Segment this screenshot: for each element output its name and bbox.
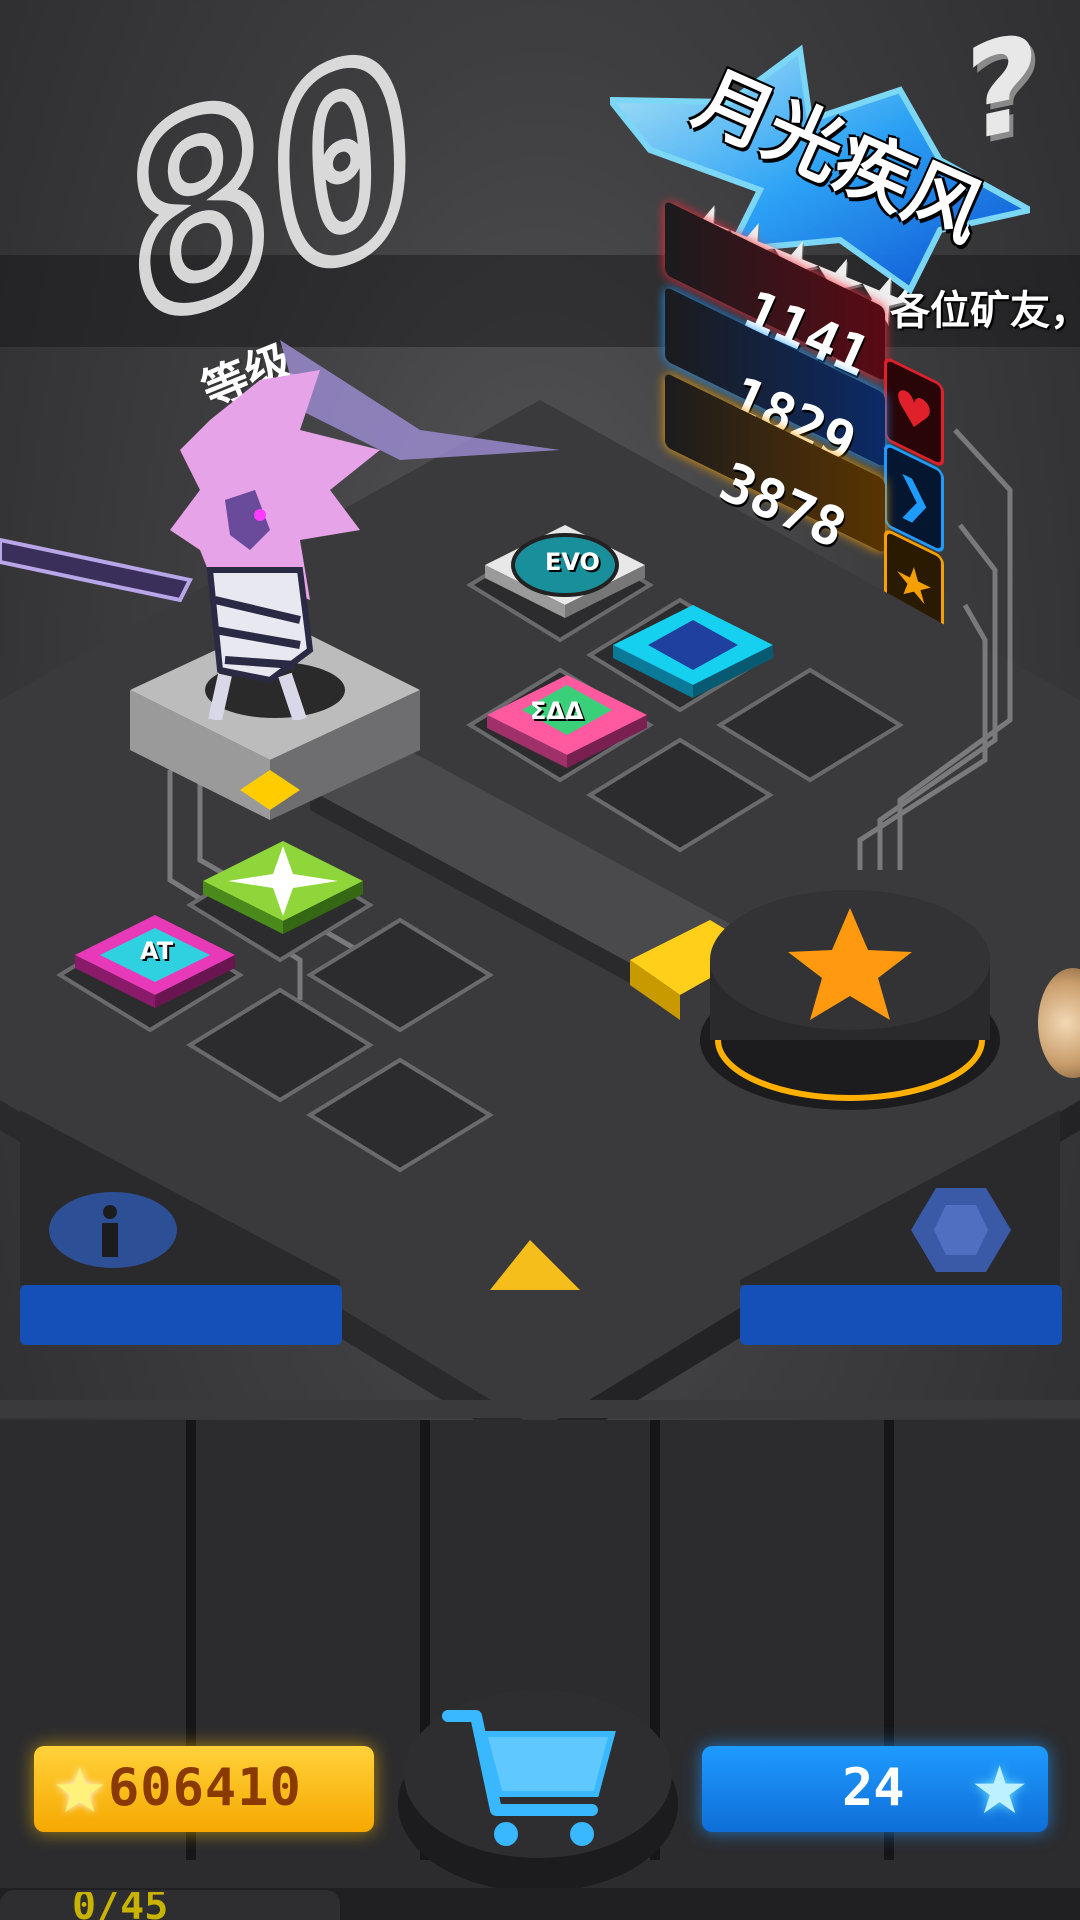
skill-tile-sigma-label: ΣΔΔ bbox=[530, 697, 584, 725]
coin-balance[interactable]: ★ 606410 bbox=[34, 1746, 374, 1832]
coin-value: 606410 bbox=[108, 1758, 302, 1818]
skill-tile-at-label: AT bbox=[140, 937, 174, 965]
info-icon[interactable] bbox=[48, 1190, 178, 1270]
upgrade-star-button[interactable] bbox=[690, 880, 1010, 1120]
skill-tile-evo-label: EVO bbox=[545, 548, 600, 576]
shop-cart-button[interactable] bbox=[396, 1654, 680, 1894]
gem-star-icon: ★ bbox=[970, 1752, 1030, 1829]
team-hexagon-icon[interactable] bbox=[906, 1180, 1016, 1280]
bottom-tab[interactable] bbox=[0, 1890, 340, 1920]
bottom-counter: 0/45 bbox=[72, 1892, 169, 1920]
gem-value: 24 bbox=[842, 1758, 905, 1818]
gem-balance[interactable]: 24 ★ bbox=[702, 1746, 1048, 1832]
coin-star-icon: ★ bbox=[52, 1754, 108, 1827]
team-panel bbox=[740, 1110, 1062, 1345]
